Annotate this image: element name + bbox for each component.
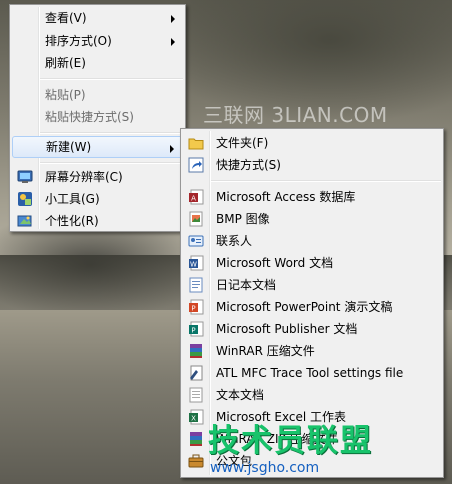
menu-separator bbox=[211, 180, 441, 182]
menu-item-refresh[interactable]: 刷新(E) bbox=[12, 52, 183, 74]
menu-item-label: 文件夹(F) bbox=[216, 136, 269, 150]
menu-item-label: BMP 图像 bbox=[216, 212, 270, 226]
menu-separator bbox=[40, 78, 183, 80]
excel-icon: X bbox=[189, 409, 204, 425]
menu-item-label: 新建(W) bbox=[46, 140, 92, 154]
watermark-text: 三联网 3LIAN.COM bbox=[203, 103, 388, 127]
menu-item-new-folder[interactable]: 文件夹(F) bbox=[183, 132, 441, 154]
url-watermark: www.jsgho.com bbox=[210, 460, 320, 476]
shortcut-icon bbox=[188, 157, 204, 173]
desktop-context-menu: 查看(V) 排序方式(O) 刷新(E) 粘贴(P) 粘贴快捷方式(S) 新建(W… bbox=[9, 4, 186, 232]
gadgets-icon bbox=[18, 192, 32, 206]
menu-item-label: 快捷方式(S) bbox=[216, 158, 281, 172]
menu-item-paste-shortcut[interactable]: 粘贴快捷方式(S) bbox=[12, 106, 183, 128]
menu-item-label: 个性化(R) bbox=[45, 214, 99, 228]
menu-item-label: ATL MFC Trace Tool settings file bbox=[216, 366, 404, 380]
menu-item-label: Microsoft Access 数据库 bbox=[216, 190, 356, 204]
menu-item-new-word-document[interactable]: W Microsoft Word 文档 bbox=[183, 252, 441, 274]
brand-watermark: 技术员联盟 bbox=[208, 423, 373, 459]
menu-item-label: Microsoft PowerPoint 演示文稿 bbox=[216, 300, 393, 314]
menu-separator bbox=[40, 132, 183, 134]
menu-item-label: 小工具(G) bbox=[45, 192, 100, 206]
submenu-arrow-icon bbox=[171, 15, 175, 23]
bmp-icon bbox=[189, 211, 203, 227]
menu-item-new-winrar-archive[interactable]: WinRAR 压缩文件 bbox=[183, 340, 441, 362]
menu-item-label: WinRAR 压缩文件 bbox=[216, 344, 315, 358]
monitor-icon bbox=[17, 170, 33, 183]
publisher-icon: P bbox=[189, 321, 204, 337]
menu-item-screen-resolution[interactable]: 屏幕分辨率(C) bbox=[12, 166, 183, 188]
menu-item-personalize[interactable]: 个性化(R) bbox=[12, 210, 183, 232]
settings-file-icon bbox=[190, 365, 203, 381]
menu-item-label: 日记本文档 bbox=[216, 278, 277, 292]
briefcase-icon bbox=[188, 454, 204, 468]
menu-item-new-journal-document[interactable]: 日记本文档 bbox=[183, 274, 441, 296]
menu-item-label: 粘贴(P) bbox=[45, 88, 86, 102]
svg-text:P: P bbox=[191, 327, 195, 335]
menu-item-label: 排序方式(O) bbox=[45, 34, 112, 48]
menu-item-new-text-document[interactable]: 文本文档 bbox=[183, 384, 441, 406]
access-icon: A bbox=[189, 189, 204, 205]
svg-text:P: P bbox=[191, 305, 195, 313]
menu-item-new[interactable]: 新建(W) bbox=[12, 136, 183, 158]
powerpoint-icon: P bbox=[189, 299, 204, 315]
menu-item-label: 刷新(E) bbox=[45, 56, 86, 70]
menu-item-gadgets[interactable]: 小工具(G) bbox=[12, 188, 183, 210]
menu-separator bbox=[40, 162, 183, 164]
menu-item-new-shortcut[interactable]: 快捷方式(S) bbox=[183, 154, 441, 176]
menu-item-new-bmp-image[interactable]: BMP 图像 bbox=[183, 208, 441, 230]
word-icon: W bbox=[189, 255, 204, 271]
svg-text:X: X bbox=[191, 415, 196, 423]
winrar-zip-icon bbox=[190, 432, 202, 446]
contact-icon bbox=[188, 235, 204, 247]
personalize-icon bbox=[17, 215, 32, 227]
winrar-icon bbox=[190, 344, 202, 358]
menu-item-label: 查看(V) bbox=[45, 11, 87, 25]
submenu-arrow-icon bbox=[171, 38, 175, 46]
menu-item-new-contact[interactable]: 联系人 bbox=[183, 230, 441, 252]
menu-item-paste[interactable]: 粘贴(P) bbox=[12, 84, 183, 106]
journal-icon bbox=[189, 277, 203, 293]
menu-item-new-access-database[interactable]: A Microsoft Access 数据库 bbox=[183, 186, 441, 208]
menu-item-new-powerpoint-presentation[interactable]: P Microsoft PowerPoint 演示文稿 bbox=[183, 296, 441, 318]
menu-item-new-atl-mfc-settings-file[interactable]: ATL MFC Trace Tool settings file bbox=[183, 362, 441, 384]
menu-item-label: 联系人 bbox=[216, 234, 253, 248]
svg-text:A: A bbox=[191, 195, 196, 203]
menu-item-view[interactable]: 查看(V) bbox=[12, 7, 183, 29]
menu-item-label: Microsoft Publisher 文档 bbox=[216, 322, 358, 336]
menu-item-new-publisher-document[interactable]: P Microsoft Publisher 文档 bbox=[183, 318, 441, 340]
menu-item-label: 文本文档 bbox=[216, 388, 265, 402]
menu-item-label: Microsoft Word 文档 bbox=[216, 256, 334, 270]
menu-item-label: 屏幕分辨率(C) bbox=[45, 170, 123, 184]
submenu-arrow-icon bbox=[170, 145, 174, 153]
menu-item-sort-by[interactable]: 排序方式(O) bbox=[12, 30, 183, 52]
menu-item-label: 粘贴快捷方式(S) bbox=[45, 110, 134, 124]
folder-icon bbox=[188, 138, 204, 150]
text-document-icon bbox=[189, 387, 203, 403]
svg-text:W: W bbox=[190, 261, 197, 269]
